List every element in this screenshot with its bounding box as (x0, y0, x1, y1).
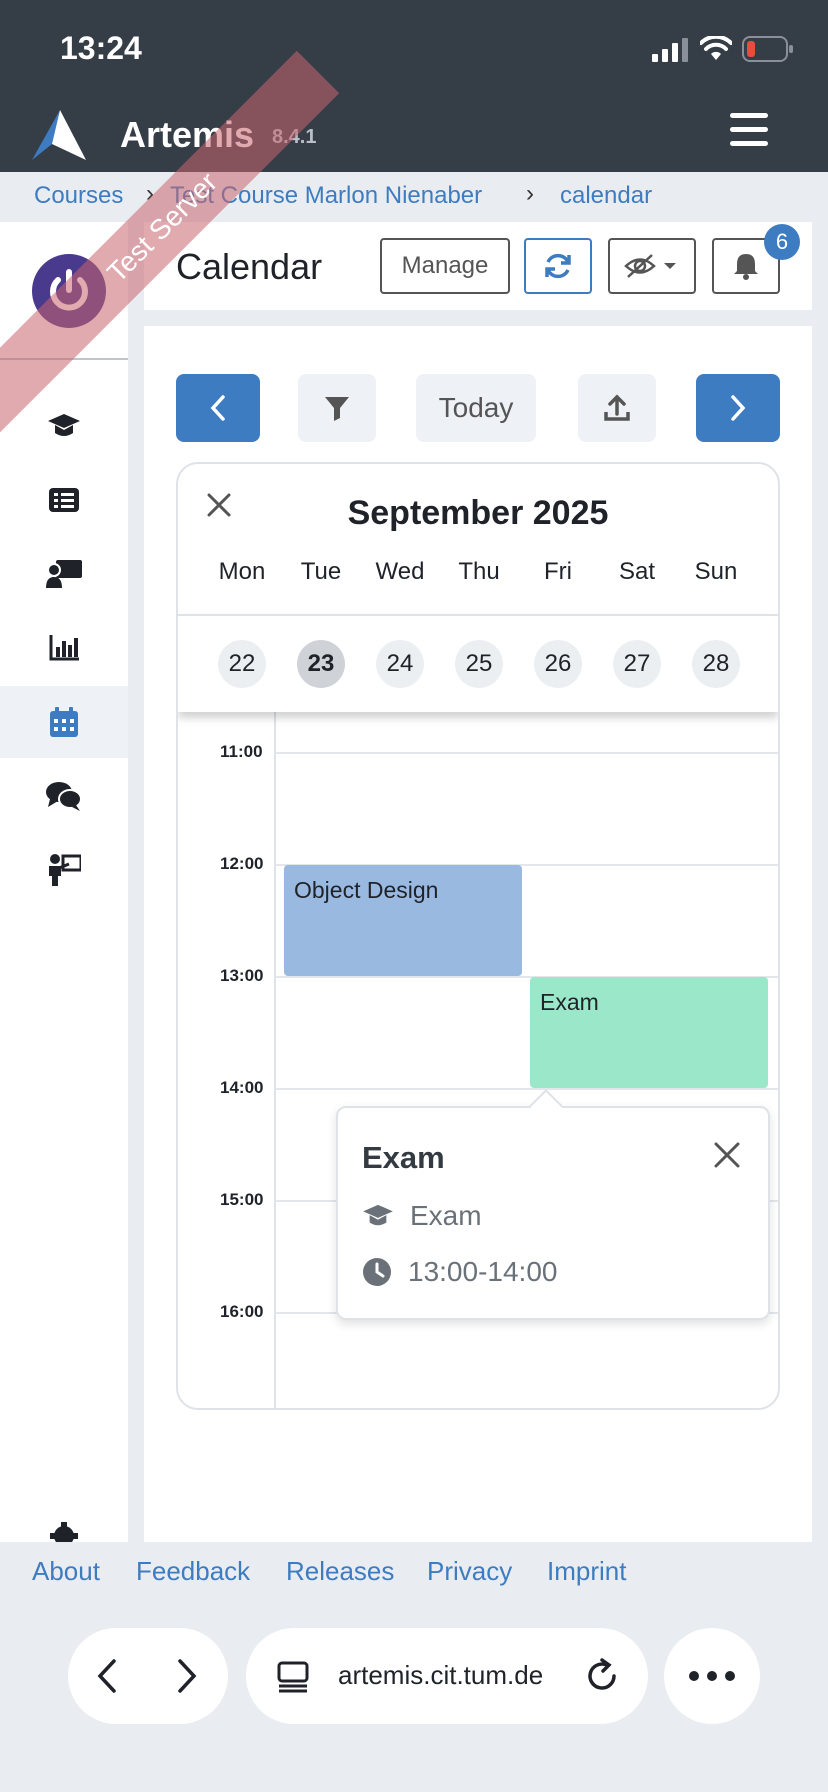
weekday-label: Fri (544, 558, 572, 585)
address-bar[interactable]: artemis.cit.tum.de (246, 1628, 648, 1724)
sidebar-item-tutorials[interactable] (0, 538, 128, 610)
artemis-logo-icon[interactable] (30, 108, 90, 162)
url-text[interactable]: artemis.cit.tum.de (338, 1660, 543, 1691)
footer-link-releases[interactable]: Releases (286, 1556, 394, 1587)
visibility-dropdown[interactable] (608, 238, 696, 294)
sidebar-item-tutorial-groups[interactable] (0, 834, 128, 906)
eye-slash-icon (624, 254, 676, 278)
refresh-button[interactable] (524, 238, 592, 294)
sidebar-item-lectures[interactable] (0, 464, 128, 536)
bell-icon (734, 254, 758, 280)
chevron-right-icon: › (526, 180, 534, 207)
today-button[interactable]: Today (416, 374, 536, 442)
close-icon[interactable] (712, 1140, 742, 1170)
day-button-selected[interactable]: 23 (297, 640, 345, 688)
popover-type: Exam (410, 1200, 482, 1231)
event-object-design[interactable]: Object Design (284, 865, 522, 976)
bar-chart-icon (49, 635, 79, 661)
hour-label: 13:00 (220, 966, 264, 985)
menu-icon[interactable] (730, 113, 768, 147)
day-button[interactable]: 28 (692, 640, 740, 688)
sidebar-item-calendar[interactable] (0, 686, 128, 758)
clock-icon (363, 1258, 391, 1286)
graduation-cap-icon (363, 1204, 393, 1226)
manage-button[interactable]: Manage (380, 238, 510, 294)
presenter-icon (49, 854, 81, 886)
filter-icon (325, 397, 349, 421)
chevron-left-icon (210, 395, 225, 421)
page-title: Calendar (176, 246, 323, 287)
more-dots-icon (689, 1671, 735, 1681)
browser-forward-icon[interactable] (174, 1658, 200, 1694)
footer-link-about[interactable]: About (32, 1556, 100, 1587)
filter-button[interactable] (298, 374, 376, 442)
comments-icon (46, 782, 82, 811)
chevron-right-icon (731, 395, 746, 421)
month-picker-header: September 2025 Mon Tue Wed Thu Fri Sat S… (178, 464, 778, 614)
status-bar: 13:24 (0, 0, 828, 98)
teacher-board-icon (46, 560, 82, 588)
footer-link-imprint[interactable]: Imprint (547, 1556, 626, 1587)
calendar-card: Today September 2025 Mon Tue Wed Thu Fri… (144, 326, 812, 1542)
week-day-row: 22 23 24 25 26 27 28 (178, 614, 778, 712)
upload-icon (604, 394, 630, 421)
browser-toolbar: artemis.cit.tum.de (0, 1602, 828, 1792)
wifi-icon (700, 36, 732, 60)
weekday-label: Thu (458, 558, 500, 585)
calendar-icon (50, 707, 78, 737)
event-popover: Exam Exam 13:00-14:00 (336, 1089, 770, 1320)
hour-label: 12:00 (220, 854, 264, 873)
hour-label: 11:00 (220, 742, 263, 761)
course-sidebar (0, 222, 128, 1542)
next-week-button[interactable] (696, 374, 780, 442)
export-button[interactable] (578, 374, 656, 442)
footer-link-feedback[interactable]: Feedback (136, 1556, 250, 1587)
sidebar-item-communication[interactable] (0, 760, 128, 832)
tab-overview-icon[interactable] (276, 1660, 310, 1694)
breadcrumb: Courses › Test Course Marlon Nienaber › … (0, 172, 828, 222)
previous-week-button[interactable] (176, 374, 260, 442)
browser-back-icon[interactable] (94, 1658, 120, 1694)
hour-label: 16:00 (220, 1302, 264, 1321)
popover-time: 13:00-14:00 (408, 1256, 558, 1287)
battery-icon (742, 36, 793, 62)
footer-links: About Feedback Releases Privacy Imprint (0, 1542, 828, 1602)
refresh-icon (545, 253, 571, 279)
day-button[interactable]: 25 (455, 640, 503, 688)
time-column-divider (274, 712, 276, 1408)
popover-title: Exam (362, 1140, 445, 1175)
graduation-cap-icon (48, 414, 80, 436)
browser-more-button[interactable] (664, 1628, 760, 1724)
day-button[interactable]: 24 (376, 640, 424, 688)
hour-label: 14:00 (220, 1078, 264, 1097)
event-exam[interactable]: Exam (530, 977, 768, 1088)
hour-label: 15:00 (220, 1190, 264, 1209)
gear-icon[interactable] (50, 1522, 78, 1542)
breadcrumb-courses[interactable]: Courses (34, 182, 123, 210)
day-button[interactable]: 22 (218, 640, 266, 688)
weekday-label: Sat (618, 558, 656, 585)
day-button[interactable]: 27 (613, 640, 661, 688)
app-header: Artemis 8.4.1 (0, 98, 828, 172)
list-icon (49, 488, 79, 512)
popover-type-row: Exam (362, 1200, 482, 1232)
breadcrumb-calendar[interactable]: calendar (560, 182, 652, 210)
notification-badge: 6 (764, 224, 800, 260)
sidebar-item-statistics[interactable] (0, 612, 128, 684)
day-button[interactable]: 26 (534, 640, 582, 688)
browser-nav-group (68, 1628, 228, 1724)
status-time: 13:24 (60, 30, 142, 66)
weekday-label: Tue (300, 558, 342, 585)
weekday-label: Sun (694, 558, 738, 585)
footer-link-privacy[interactable]: Privacy (427, 1556, 512, 1587)
month-title: September 2025 (347, 494, 609, 532)
calendar-header-card: Calendar Manage 6 (144, 222, 812, 310)
hour-line (274, 752, 778, 754)
signal-icon (652, 38, 688, 62)
hour-line (274, 1088, 778, 1090)
reload-icon[interactable] (584, 1658, 620, 1694)
popover-time-row: 13:00-14:00 (362, 1256, 557, 1288)
weekday-label: Wed (375, 558, 425, 585)
weekday-label: Mon (218, 558, 266, 585)
